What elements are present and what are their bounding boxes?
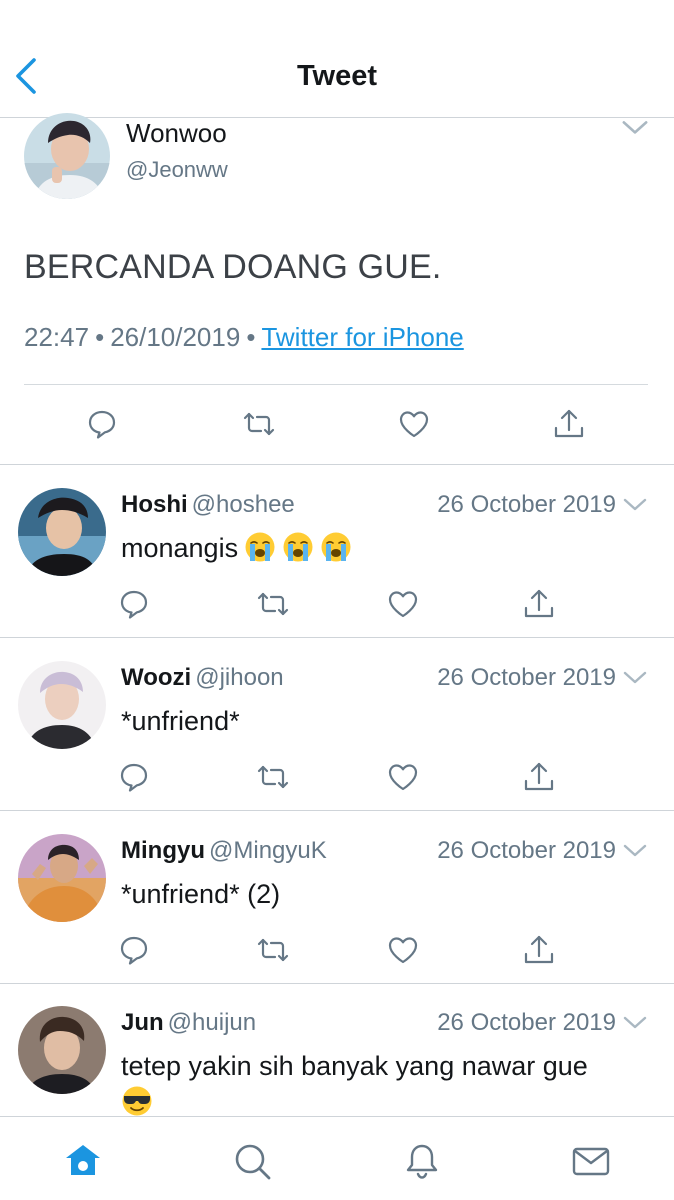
heart-icon xyxy=(385,932,421,968)
reply-button[interactable] xyxy=(84,406,120,442)
separator: • xyxy=(95,322,105,352)
reply-date: 26 October 2019 xyxy=(437,1009,616,1036)
reply-text: *unfriend* xyxy=(121,706,240,736)
share-button[interactable] xyxy=(521,759,557,795)
reply-author[interactable]: Jun @huijun xyxy=(121,1009,256,1037)
heart-icon xyxy=(396,406,432,442)
reply-text-body: tetep yakin sih banyak yang nawar gue xyxy=(121,1051,588,1081)
reply-author-name: Woozi xyxy=(121,664,192,691)
chevron-down-icon[interactable] xyxy=(622,1014,648,1032)
reply-icon xyxy=(116,932,152,968)
reply-row[interactable]: Jun @huijun 26 October 2019 tetep yakin s… xyxy=(0,992,674,1116)
share-button[interactable] xyxy=(551,406,587,442)
retweet-button[interactable] xyxy=(241,406,277,442)
retweet-button[interactable] xyxy=(255,932,291,968)
retweet-icon xyxy=(255,759,291,795)
reply-row[interactable]: Mingyu @MingyuK 26 October 2019 *unfriend… xyxy=(0,820,674,984)
search-icon xyxy=(235,1144,271,1180)
tab-home[interactable] xyxy=(63,1141,103,1181)
reply-button[interactable] xyxy=(116,586,152,622)
author-name[interactable]: Wonwoo xyxy=(126,118,227,149)
divider xyxy=(24,384,648,385)
avatar[interactable] xyxy=(18,661,106,749)
reply-author-name: Hoshi xyxy=(121,491,188,518)
share-icon xyxy=(521,932,557,968)
reply-author-name: Mingyu xyxy=(121,837,205,864)
bell-icon xyxy=(406,1144,438,1179)
divider xyxy=(0,464,674,465)
tab-bar xyxy=(0,1116,674,1200)
loudly-crying-face-icon xyxy=(244,531,276,563)
reply-button[interactable] xyxy=(116,932,152,968)
tweet-date: 26/10/2019 xyxy=(110,322,241,352)
tab-notifications[interactable] xyxy=(402,1141,442,1181)
reply-button[interactable] xyxy=(116,759,152,795)
share-button[interactable] xyxy=(521,586,557,622)
reply-author[interactable]: Woozi @jihoon xyxy=(121,664,284,692)
like-button[interactable] xyxy=(385,759,421,795)
separator: • xyxy=(246,322,256,352)
chevron-down-icon[interactable] xyxy=(622,842,648,860)
author-handle[interactable]: @Jeonww xyxy=(126,157,228,183)
reply-text: monangis xyxy=(121,530,651,566)
like-button[interactable] xyxy=(385,932,421,968)
heart-icon xyxy=(385,586,421,622)
reply-author-handle: @jihoon xyxy=(195,664,284,691)
avatar[interactable] xyxy=(24,113,110,199)
reply-text: tetep yakin sih banyak yang nawar gue xyxy=(121,1048,651,1120)
like-button[interactable] xyxy=(396,406,432,442)
reply-text: *unfriend* (2) xyxy=(121,879,281,909)
reply-author-handle: @MingyuK xyxy=(209,837,327,864)
heart-icon xyxy=(385,759,421,795)
loudly-crying-face-icon xyxy=(282,531,314,563)
reply-row[interactable]: Hoshi @hoshee 26 October 2019 monangis xyxy=(0,474,674,638)
like-button[interactable] xyxy=(385,586,421,622)
retweet-icon xyxy=(255,932,291,968)
reply-date: 26 October 2019 xyxy=(437,491,616,518)
nav-header: Tweet xyxy=(0,0,674,118)
chevron-down-icon[interactable] xyxy=(622,669,648,687)
reply-icon xyxy=(116,586,152,622)
avatar[interactable] xyxy=(18,1006,106,1094)
envelope-icon xyxy=(572,1147,610,1176)
share-icon xyxy=(551,406,587,442)
home-icon xyxy=(66,1145,100,1175)
tab-search[interactable] xyxy=(232,1141,272,1181)
chevron-down-icon[interactable] xyxy=(620,118,650,138)
share-button[interactable] xyxy=(521,932,557,968)
tweet-meta: 22:47 • 26/10/2019 • Twitter for iPhone xyxy=(24,322,464,353)
reply-icon xyxy=(84,406,120,442)
reply-author-name: Jun xyxy=(121,1009,164,1036)
retweet-button[interactable] xyxy=(255,586,291,622)
retweet-icon xyxy=(241,406,277,442)
tweet-text: BERCANDA DOANG GUE. xyxy=(24,248,442,286)
retweet-icon xyxy=(255,586,291,622)
reply-author[interactable]: Mingyu @MingyuK xyxy=(121,837,327,865)
tweet-time: 22:47 xyxy=(24,322,90,352)
reply-author-handle: @huijun xyxy=(167,1009,257,1036)
share-icon xyxy=(521,759,557,795)
smiling-face-with-sunglasses-icon xyxy=(121,1085,153,1117)
share-icon xyxy=(521,586,557,622)
reply-row[interactable]: Woozi @jihoon 26 October 2019 *unfriend* xyxy=(0,647,674,811)
reply-text-body: monangis xyxy=(121,533,239,563)
tweet-source-link[interactable]: Twitter for iPhone xyxy=(261,322,463,352)
reply-author[interactable]: Hoshi @hoshee xyxy=(121,491,295,519)
retweet-button[interactable] xyxy=(255,759,291,795)
loudly-crying-face-icon xyxy=(320,531,352,563)
page-title: Tweet xyxy=(296,60,378,92)
reply-icon xyxy=(116,759,152,795)
reply-author-handle: @hoshee xyxy=(191,491,295,518)
tab-messages[interactable] xyxy=(571,1141,611,1181)
reply-date: 26 October 2019 xyxy=(437,664,616,691)
reply-date: 26 October 2019 xyxy=(437,837,616,864)
avatar[interactable] xyxy=(18,488,106,576)
avatar[interactable] xyxy=(18,834,106,922)
chevron-down-icon[interactable] xyxy=(622,496,648,514)
